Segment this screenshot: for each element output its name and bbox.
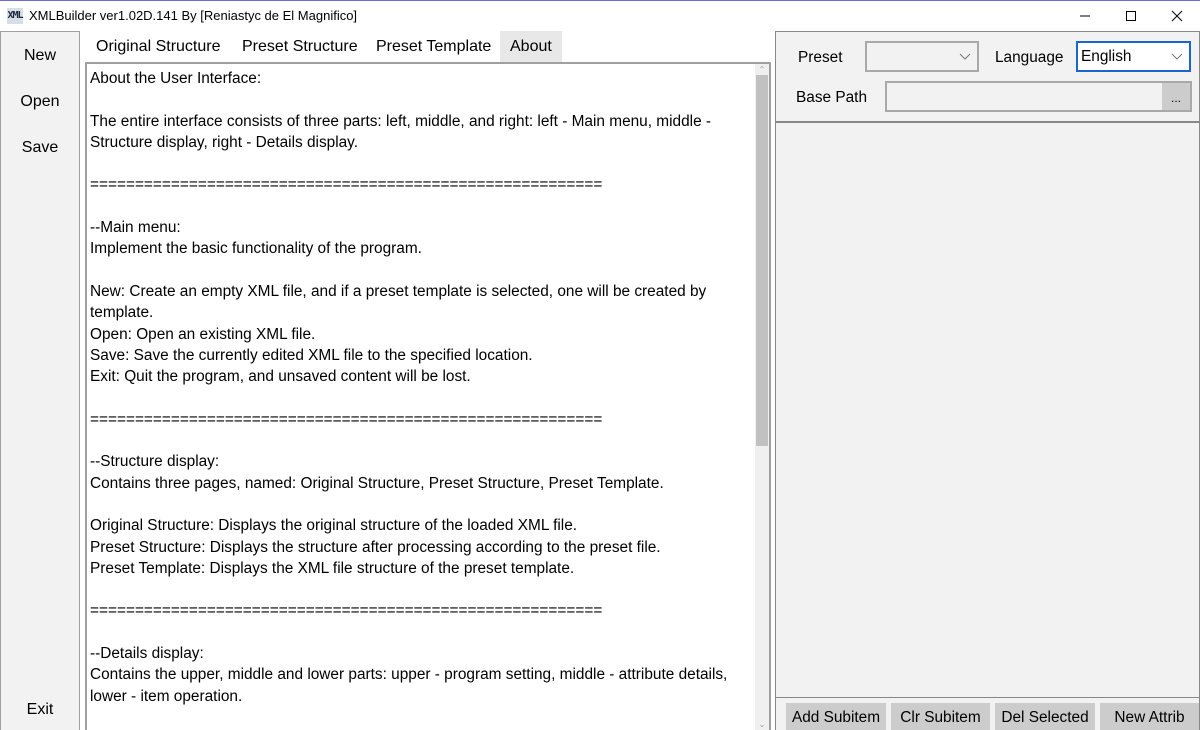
tab-about[interactable]: About: [500, 31, 562, 62]
title-bar: XML XMLBuilder ver1.02D.141 By [Reniasty…: [0, 0, 1200, 31]
chevron-down-icon: [1171, 53, 1183, 60]
close-icon: [1171, 10, 1183, 22]
maximize-icon: [1126, 11, 1136, 21]
scrollbar-thumb[interactable]: [756, 75, 768, 446]
structure-tabs: Original Structure Preset Structure Pres…: [84, 31, 769, 62]
chevron-down-icon: [959, 53, 971, 60]
save-button[interactable]: Save: [1, 133, 79, 163]
delete-selected-button[interactable]: Del Selected: [995, 703, 1095, 730]
browse-button[interactable]: ...: [1162, 83, 1190, 110]
language-value: English: [1081, 48, 1132, 65]
minimize-icon: [1080, 15, 1090, 17]
base-path-input[interactable]: ...: [885, 81, 1192, 112]
vertical-scrollbar[interactable]: ⌃ ⌄: [755, 64, 769, 730]
about-text: About the User Interface: The entire int…: [90, 70, 728, 705]
clear-subitem-button[interactable]: Clr Subitem: [891, 703, 990, 730]
minimize-button[interactable]: [1062, 1, 1108, 31]
tab-preset-structure[interactable]: Preset Structure: [232, 31, 368, 62]
tab-preset-template[interactable]: Preset Template: [366, 31, 501, 62]
tab-original-structure[interactable]: Original Structure: [86, 31, 231, 62]
language-label: Language: [995, 49, 1064, 66]
main-menu: New Open Save Exit: [0, 31, 80, 730]
new-button[interactable]: New: [1, 41, 79, 71]
preset-dropdown[interactable]: [865, 41, 979, 72]
base-path-label: Base Path: [796, 89, 868, 106]
new-attribute-button[interactable]: New Attrib: [1100, 703, 1199, 730]
open-button[interactable]: Open: [1, 87, 79, 117]
window-title: XMLBuilder ver1.02D.141 By [Reniastyc de…: [29, 8, 358, 23]
preset-label: Preset: [798, 49, 843, 66]
divider: [776, 697, 1199, 698]
maximize-button[interactable]: [1108, 1, 1154, 31]
scroll-down-icon[interactable]: ⌄: [755, 719, 769, 730]
about-textbox[interactable]: About the User Interface: The entire int…: [85, 62, 771, 730]
exit-button[interactable]: Exit: [1, 695, 79, 725]
scroll-up-icon[interactable]: ⌃: [755, 64, 769, 75]
attribute-details-area: [776, 123, 1199, 697]
details-panel: Preset Language English Base Path ... Ad…: [775, 31, 1200, 730]
add-subitem-button[interactable]: Add Subitem: [786, 703, 886, 730]
app-icon: XML: [7, 8, 24, 24]
close-button[interactable]: [1154, 1, 1200, 31]
language-dropdown[interactable]: English: [1076, 41, 1191, 72]
